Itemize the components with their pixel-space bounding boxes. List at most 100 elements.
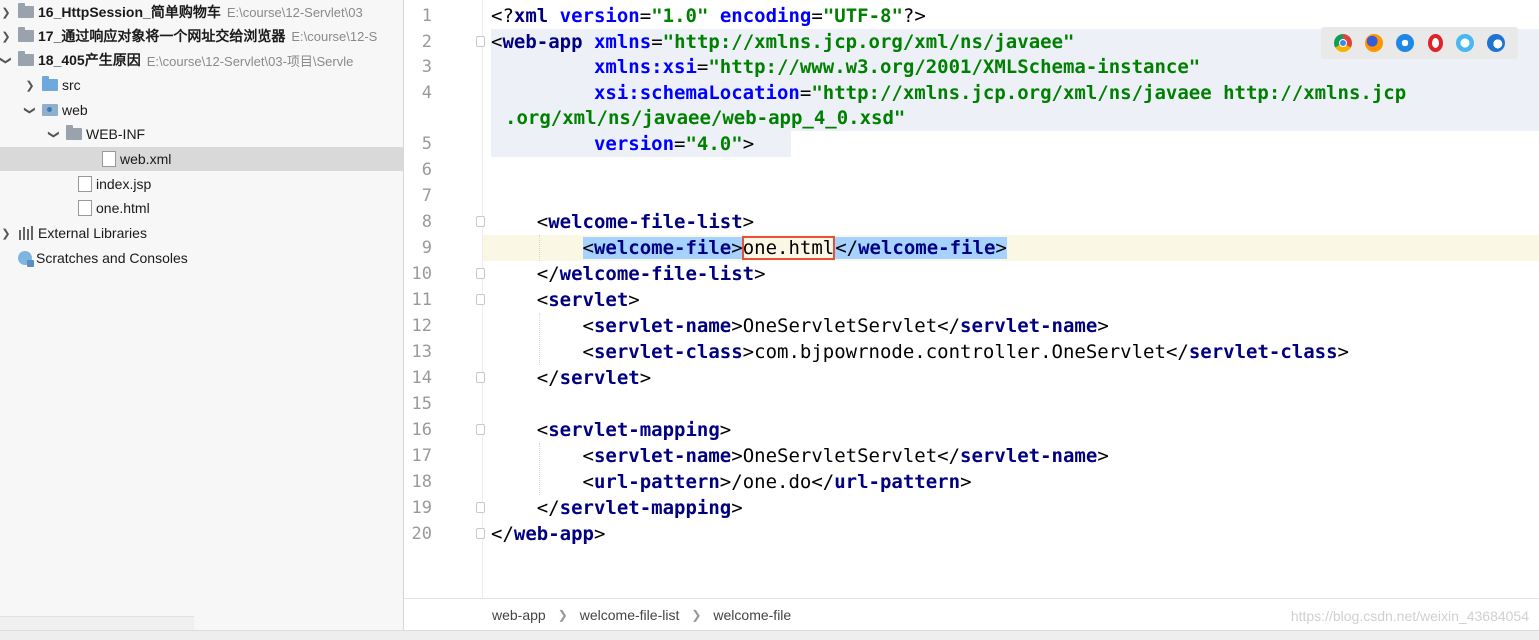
chevron-right-icon[interactable]: ❯ bbox=[0, 227, 12, 240]
line-number: 15 bbox=[411, 394, 432, 414]
fold-marker-icon[interactable] bbox=[476, 268, 485, 279]
code-line-13: <servlet-class>com.bjpowrnode.controller… bbox=[491, 341, 1350, 363]
code-line-2: <web-app xmlns="http://xmlns.jcp.org/xml… bbox=[491, 31, 1075, 53]
tree-item-web-inf[interactable]: ❯ WEB-INF bbox=[0, 122, 403, 146]
line-number: 14 bbox=[411, 368, 432, 388]
tree-item-external-libraries[interactable]: ❯ External Libraries bbox=[0, 221, 403, 245]
tree-item-web-xml[interactable]: ❯ web.xml bbox=[0, 147, 403, 171]
code-line-9: <welcome-file>one.html</welcome-file> bbox=[582, 236, 1007, 260]
opera-icon[interactable] bbox=[1427, 34, 1443, 52]
chevron-right-icon[interactable]: ❯ bbox=[24, 79, 36, 92]
chevron-right-icon[interactable]: ❯ bbox=[0, 30, 12, 43]
tree-item-label: index.jsp bbox=[96, 176, 152, 192]
tree-item-scratches[interactable]: ❯ Scratches and Consoles bbox=[0, 246, 403, 270]
tree-item-18-405[interactable]: ❯ 18_405产生原因 E:\course\12-Servlet\03-项目\… bbox=[0, 48, 403, 72]
tree-item-index-jsp[interactable]: ❯ index.jsp bbox=[0, 172, 403, 196]
tree-item-web[interactable]: ❯ web bbox=[0, 98, 403, 122]
line-number: 8 bbox=[421, 212, 432, 232]
code-line-11: <servlet> bbox=[491, 289, 640, 311]
web-folder-icon bbox=[42, 104, 58, 116]
edge-icon[interactable] bbox=[1487, 34, 1506, 52]
breadcrumb-item-welcome-file[interactable]: welcome-file bbox=[713, 607, 791, 623]
html-file-icon bbox=[78, 200, 92, 216]
chevron-down-icon[interactable]: ❯ bbox=[24, 104, 37, 116]
browser-preview-bar bbox=[1321, 27, 1518, 59]
line-number: 12 bbox=[411, 316, 432, 336]
firefox-icon[interactable] bbox=[1364, 34, 1383, 52]
line-number: 3 bbox=[421, 57, 432, 77]
tree-item-one-html[interactable]: ❯ one.html bbox=[0, 196, 403, 220]
line-number-gutter: 1 2 3 4 5 6 7 8 9 10 11 12 13 14 15 16 1… bbox=[404, 0, 485, 598]
tree-item-path: E:\course\12-Servlet\03 bbox=[226, 4, 363, 20]
breadcrumb-separator-icon: ❯ bbox=[557, 607, 568, 622]
code-line-3: xmlns:xsi="http://www.w3.org/2001/XMLSch… bbox=[593, 56, 1201, 78]
code-line-10: </welcome-file-list> bbox=[491, 263, 766, 285]
watermark-text: https://blog.csdn.net/weixin_43684054 bbox=[1290, 608, 1529, 624]
line-number: 17 bbox=[411, 446, 432, 466]
module-folder-icon bbox=[18, 27, 34, 42]
tree-item-label: 18_405产生原因 bbox=[38, 52, 141, 68]
fold-marker-icon[interactable] bbox=[476, 528, 485, 539]
line-number: 4 bbox=[421, 83, 432, 103]
code-line-19: </servlet-mapping> bbox=[491, 497, 743, 519]
code-line-18: <url-pattern>/one.do</url-pattern> bbox=[491, 471, 972, 493]
tree-item-label: src bbox=[62, 77, 81, 93]
fold-marker-icon[interactable] bbox=[476, 216, 485, 227]
fold-marker-icon[interactable] bbox=[476, 424, 485, 435]
project-tree: ❯ 16_HttpSession_简单购物车 E:\course\12-Serv… bbox=[0, 0, 404, 639]
chrome-icon[interactable] bbox=[1333, 34, 1352, 52]
line-number: 2 bbox=[421, 32, 432, 52]
breadcrumb-item-welcome-file-list[interactable]: welcome-file-list bbox=[580, 607, 680, 623]
code-editor[interactable]: 1 2 3 4 5 6 7 8 9 10 11 12 13 14 15 16 1… bbox=[404, 0, 1539, 598]
tree-item-label: Scratches and Consoles bbox=[36, 250, 188, 266]
tree-item-label: web.xml bbox=[120, 151, 172, 167]
tree-item-16-httpsession[interactable]: ❯ 16_HttpSession_简单购物车 E:\course\12-Serv… bbox=[0, 0, 403, 24]
line-number: 19 bbox=[411, 498, 432, 518]
code-line-20: </web-app> bbox=[491, 523, 606, 545]
breadcrumb-item-web-app[interactable]: web-app bbox=[492, 607, 546, 623]
fold-marker-icon[interactable] bbox=[476, 372, 485, 383]
scratches-icon bbox=[18, 251, 34, 267]
code-line-4: xsi:schemaLocation="http://xmlns.jcp.org… bbox=[593, 82, 1407, 104]
tree-item-label: WEB-INF bbox=[86, 126, 146, 142]
line-number: 9 bbox=[421, 238, 432, 258]
tree-item-label: 17_通过响应对象将一个网址交给浏览器 bbox=[38, 28, 286, 44]
welcome-file-value[interactable]: one.html bbox=[741, 236, 836, 260]
source-folder-icon bbox=[42, 76, 58, 91]
code-line-17: <servlet-name>OneServletServlet</servlet… bbox=[491, 445, 1109, 467]
code-line-8: <welcome-file-list> bbox=[491, 211, 755, 233]
tree-item-path: E:\course\12-Servlet\03-项目\Servle bbox=[146, 53, 354, 69]
module-folder-icon bbox=[18, 51, 34, 66]
fold-marker-icon[interactable] bbox=[476, 502, 485, 513]
jsp-file-icon bbox=[78, 176, 92, 192]
code-line-14: </servlet> bbox=[491, 367, 652, 389]
tree-item-17-response[interactable]: ❯ 17_通过响应对象将一个网址交给浏览器 E:\course\12-S bbox=[0, 24, 403, 48]
fold-marker-icon[interactable] bbox=[476, 36, 485, 47]
code-line-12: <servlet-name>OneServletServlet</servlet… bbox=[491, 315, 1109, 337]
tree-item-label: web bbox=[62, 102, 88, 118]
chevron-right-icon[interactable]: ❯ bbox=[0, 6, 12, 19]
tree-item-label: one.html bbox=[96, 200, 150, 216]
line-number: 18 bbox=[411, 472, 432, 492]
tree-item-src[interactable]: ❯ src bbox=[0, 73, 403, 97]
breadcrumb-separator-icon: ❯ bbox=[691, 607, 702, 622]
code-line-1: <?xml version="1.0" encoding="UTF-8"?> bbox=[491, 5, 926, 27]
tree-item-label: External Libraries bbox=[38, 225, 147, 241]
module-folder-icon bbox=[18, 3, 34, 18]
tree-item-path: E:\course\12-S bbox=[291, 28, 378, 44]
safari-icon[interactable] bbox=[1396, 34, 1415, 52]
line-number: 1 bbox=[421, 6, 432, 26]
line-number: 7 bbox=[421, 186, 432, 206]
line-number: 16 bbox=[411, 420, 432, 440]
ie-icon[interactable] bbox=[1455, 34, 1474, 52]
line-number: 20 bbox=[411, 524, 432, 544]
fold-marker-icon[interactable] bbox=[476, 294, 485, 305]
tree-item-label: 16_HttpSession_简单购物车 bbox=[38, 4, 221, 20]
line-number: 10 bbox=[411, 264, 432, 284]
code-line-5: version="4.0"> bbox=[593, 133, 755, 155]
code-line-4-wrap: .org/xml/ns/javaee/web-app_4_0.xsd" bbox=[505, 107, 906, 129]
xml-file-icon bbox=[102, 151, 116, 167]
chevron-down-icon[interactable]: ❯ bbox=[48, 128, 61, 140]
line-number: 11 bbox=[411, 290, 432, 310]
chevron-down-icon[interactable]: ❯ bbox=[0, 54, 13, 66]
